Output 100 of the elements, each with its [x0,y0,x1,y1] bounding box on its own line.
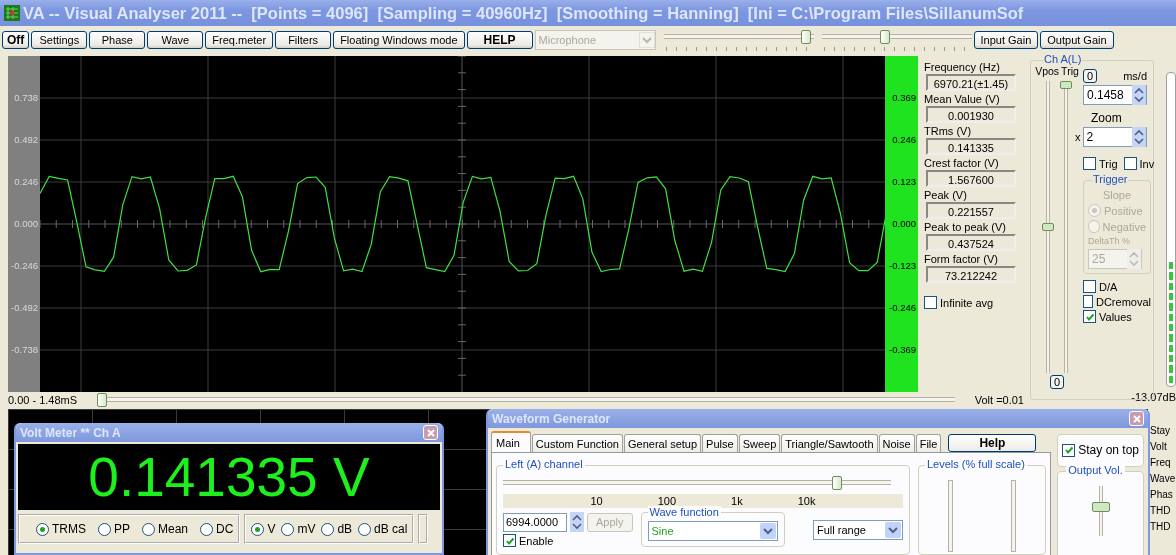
window-title: Waveform Generator [492,411,611,426]
toolbar-button[interactable]: Freq.meter [205,31,274,49]
level-slider-track[interactable] [1011,480,1017,552]
toolbar-button[interactable]: Filters [275,31,332,49]
radio-button[interactable] [251,522,265,536]
close-icon [425,427,436,438]
time-spinner[interactable]: 0.1458 [1083,85,1147,105]
option-panel-edge [418,514,429,544]
toolbar-button[interactable]: Settings [31,31,88,49]
wave-function-select[interactable]: Sine [647,521,778,541]
tab[interactable]: Triangle/Sawtooth [781,434,878,452]
measurement-label: Form factor (V) [924,252,999,266]
time-range: 0.00 - 1.48mS [8,393,78,406]
checkbox[interactable] [503,534,516,547]
reset-button[interactable]: 0 [1049,375,1065,389]
radio-button[interactable] [281,522,295,536]
spinner-arrows-icon [570,512,584,532]
tab[interactable]: Sweep [738,434,781,452]
tab[interactable]: File [915,434,942,452]
radio-label: mV [297,522,316,536]
checkbox[interactable] [1083,157,1096,170]
gain-button[interactable]: Output Gain [1040,31,1114,49]
spinner-arrows-icon [1127,249,1141,269]
level-slider-track[interactable] [948,480,954,552]
axis-label: 0.000 [14,217,39,231]
frequency-field[interactable]: 6994.0000 [503,512,567,532]
group-title: Levels (% full scale) [925,458,1027,470]
tab[interactable]: Pulse [702,434,738,452]
hidden-panel-label: THD [1150,521,1172,532]
toolbar-button[interactable]: HELP [466,31,533,49]
radio-button[interactable] [321,522,335,536]
toolbar-button[interactable]: Wave [147,31,204,49]
axis-label: 0.246 [892,133,917,147]
radio-button[interactable] [142,522,155,536]
unit-label: ms/d [1123,70,1147,82]
dropdown-arrow-icon [638,32,655,48]
time-slider[interactable] [97,392,955,407]
hidden-panel-label: Stay [1150,425,1171,436]
toolbar-button[interactable]: Floating Windows mode [333,31,465,49]
slider-label: Vpos [1035,65,1060,77]
checkbox-label: Trig [1099,157,1118,170]
scale-label: 1k [731,495,743,507]
circuit-board-icon [4,5,20,21]
radio-button[interactable] [358,522,372,536]
radio-button[interactable] [200,522,214,536]
axis-label: -0.246 [889,301,917,315]
zoom-label: Zoom [1091,111,1123,125]
checkbox[interactable] [924,296,937,309]
group-title: Wave function [647,506,721,518]
slider-thumb[interactable] [97,392,108,407]
slider-thumb[interactable] [800,29,811,44]
zoom-spinner[interactable]: 2 [1082,127,1147,147]
toolbar-button[interactable]: Off [2,31,30,49]
axis-label: 0.246 [14,175,39,189]
close-button[interactable] [423,425,438,440]
measurement-value: 0.141335 [926,138,1016,155]
spinner-arrows-icon [1131,127,1146,147]
measurement-label: Crest factor (V) [924,156,1000,170]
help-button[interactable]: Help [948,434,1037,452]
tab[interactable]: General setup [624,434,702,452]
checkbox[interactable] [1062,443,1076,457]
axis-label: -0.492 [11,301,39,315]
axis-label: 0.123 [892,175,917,189]
close-button[interactable] [1129,411,1144,426]
slope-label: Slope [1101,189,1133,201]
radio-button[interactable] [36,522,49,536]
group-title: Left (A) channel [503,458,585,470]
gain-button[interactable]: Input Gain [973,31,1039,49]
slider-thumb[interactable] [1060,81,1072,89]
delta-label: DeltaTh % [1088,236,1132,246]
axis-label: -0.369 [889,343,917,357]
measurement-label: Frequency (Hz) [924,60,1001,74]
tab[interactable]: Custom Function [531,434,623,452]
axis-label: 0.492 [14,133,39,147]
hidden-panel-label: Volt [1150,441,1168,452]
level-reading: -13.07dB [1131,391,1176,403]
axis-label: -0.738 [11,343,39,357]
measurement-value: 73.212242 [926,266,1016,283]
measurement-value: 6970.21(±1.45) [926,74,1016,91]
voltage-display: 0.141335 V [18,444,440,510]
scale-label: 10k [797,495,816,507]
hidden-panel-label: Freq [1150,457,1172,468]
checkbox[interactable] [1123,157,1137,170]
measurement-value: 0.221557 [926,202,1016,219]
tab[interactable]: Noise [878,434,915,452]
range-select[interactable]: Full range [813,520,903,540]
radio-label: dB [337,522,353,536]
reset-button[interactable]: 0 [1083,69,1098,83]
tab[interactable]: Main [491,431,531,452]
checkbox-label: Infinite avg [940,296,994,309]
radio-button[interactable] [98,522,111,536]
checkbox[interactable] [1083,295,1093,308]
slider-thumb[interactable] [880,29,891,44]
toolbar-button[interactable]: Phase [89,31,146,49]
slider-thumb[interactable] [831,476,842,490]
checkbox[interactable] [1083,280,1096,293]
checkbox[interactable] [1083,310,1096,323]
slider-thumb[interactable] [1091,502,1110,512]
axis-label: 0.738 [14,91,39,105]
slider-thumb[interactable] [1042,223,1054,231]
